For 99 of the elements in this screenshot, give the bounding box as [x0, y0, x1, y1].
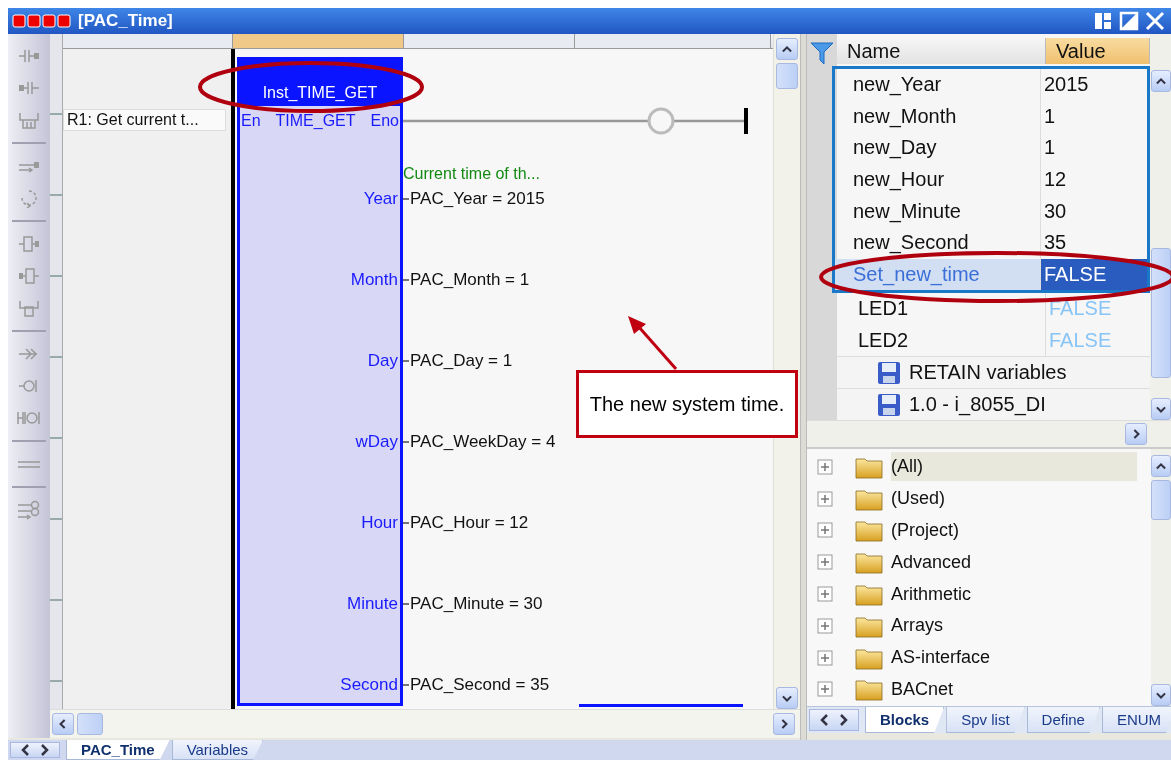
folder-icon: [855, 518, 883, 543]
folder-icon: [855, 677, 883, 702]
output-pin-label: Eno: [370, 112, 399, 130]
column-header[interactable]: Name: [837, 37, 1046, 64]
expand-plus-icon[interactable]: [817, 554, 833, 571]
scroll-thumb[interactable]: [1151, 480, 1171, 520]
library-item[interactable]: BACnet: [891, 674, 1137, 704]
output-variable: PAC_Minute = 30: [410, 594, 543, 614]
variable-value: FALSE: [1048, 327, 1113, 353]
library-item[interactable]: AS-interface: [891, 643, 1137, 673]
scroll-down-button[interactable]: [1150, 398, 1171, 420]
variable-name: new_Day: [835, 132, 1041, 164]
expand-plus-icon[interactable]: [817, 522, 833, 539]
library-item[interactable]: (Project): [891, 516, 1137, 545]
pin-label: Second: [339, 674, 399, 696]
stacked-coil-icon[interactable]: [17, 500, 41, 520]
pin-label: Day: [366, 350, 399, 372]
folder-icon: [855, 582, 883, 607]
instance-name: Inst_TIME_GET: [237, 57, 403, 106]
parallel-block-icon[interactable]: [17, 298, 41, 318]
variable-value: 35: [1043, 230, 1068, 256]
variable-name: new_Second: [835, 226, 1041, 259]
variable-row[interactable]: new_Minute 30: [835, 195, 1147, 227]
library-item[interactable]: Arrays: [891, 611, 1137, 641]
variable-value: 1: [1043, 135, 1057, 161]
rung-comment: R1: Get current t...: [63, 109, 226, 131]
pin-label: Month: [349, 269, 399, 291]
variable-name: new_Hour: [835, 163, 1041, 196]
variable-row[interactable]: new_Month 1: [835, 100, 1147, 133]
expand-plus-icon[interactable]: [817, 490, 833, 507]
pin-label: Minute: [345, 593, 399, 615]
output-variable: PAC_WeekDay = 4: [410, 432, 556, 452]
group-label: 1.0 - i_8055_DI: [909, 393, 1046, 417]
scroll-thumb[interactable]: [1150, 248, 1171, 378]
pin-label: Year: [362, 188, 399, 210]
output-variable: PAC_Hour = 12: [410, 513, 529, 533]
tab[interactable]: PAC_Time: [66, 740, 170, 760]
scroll-down-button[interactable]: [776, 687, 798, 709]
library-item[interactable]: (All): [891, 452, 1137, 482]
window-title: [PAC_Time]: [78, 11, 174, 31]
column-header[interactable]: Value: [1046, 37, 1150, 64]
group-label: RETAIN variables: [909, 361, 1067, 385]
variable-name: new_Minute: [835, 195, 1041, 227]
scroll-right-button[interactable]: [773, 713, 795, 735]
output-comment: Current time of th...: [403, 165, 541, 183]
scroll-up-button[interactable]: [776, 38, 798, 60]
tab[interactable]: Define: [1026, 707, 1100, 733]
tab[interactable]: Spv list: [946, 707, 1025, 733]
scroll-up-button[interactable]: [1150, 70, 1171, 92]
variable-value: 2015: [1043, 72, 1090, 98]
variable-value: FALSE: [1041, 258, 1147, 291]
variable-name: LED1: [837, 293, 1046, 325]
variable-name: new_Month: [835, 100, 1041, 133]
variable-row[interactable]: LED1 FALSE: [837, 293, 1150, 325]
filter-icon[interactable]: [809, 40, 835, 66]
variable-row[interactable]: new_Second 35: [835, 226, 1147, 259]
squares-icon: [12, 14, 72, 28]
output-variable: PAC_Month = 1: [410, 270, 530, 290]
variable-name: Set_new_time: [835, 258, 1041, 291]
pin-label: wDay: [354, 431, 399, 453]
variable-value: 30: [1043, 198, 1068, 224]
output-variable: PAC_Day = 1: [410, 351, 513, 371]
variable-value: 1: [1043, 103, 1057, 129]
split-view-icon[interactable]: [1093, 11, 1113, 31]
expand-plus-icon[interactable]: [817, 458, 833, 475]
scroll-down-button[interactable]: [1151, 684, 1171, 706]
expand-plus-icon[interactable]: [817, 681, 833, 698]
maximize-icon[interactable]: [1119, 11, 1139, 31]
block-type-label: TIME_GET: [275, 112, 356, 130]
scroll-left-button[interactable]: [52, 713, 74, 735]
tab[interactable]: Blocks: [865, 707, 945, 733]
output-variable: PAC_Second = 35: [410, 675, 550, 695]
variable-row[interactable]: new_Year 2015: [835, 68, 1147, 101]
library-item[interactable]: Advanced: [891, 547, 1137, 577]
scroll-thumb[interactable]: [77, 713, 103, 735]
scroll-right-button[interactable]: [1125, 423, 1147, 445]
input-pin-label: En: [241, 112, 261, 130]
block-icon[interactable]: [17, 234, 41, 254]
variable-value: FALSE: [1048, 296, 1113, 322]
close-icon[interactable]: [1145, 11, 1165, 31]
scroll-up-button[interactable]: [1151, 455, 1171, 477]
library-item[interactable]: (Used): [891, 484, 1137, 514]
parallel-contact-icon[interactable]: [17, 110, 41, 130]
library-item[interactable]: Arithmetic: [891, 579, 1137, 609]
tab[interactable]: ENUM: [1101, 707, 1171, 733]
callout-text: The new system time.: [576, 370, 798, 438]
variable-name: new_Year: [835, 68, 1041, 101]
block-icon[interactable]: [17, 266, 41, 286]
variable-row[interactable]: new_Day 1: [835, 132, 1147, 164]
scroll-thumb[interactable]: [776, 63, 798, 89]
tab[interactable]: Variables: [171, 740, 264, 760]
expand-plus-icon[interactable]: [817, 617, 833, 634]
expand-plus-icon[interactable]: [817, 586, 833, 603]
output-variable: PAC_Year = 2015: [410, 189, 545, 209]
variable-row[interactable]: new_Hour 12: [835, 163, 1147, 196]
expand-plus-icon[interactable]: [817, 649, 833, 666]
pin-label: Hour: [360, 512, 399, 534]
variable-value: 12: [1043, 167, 1068, 192]
folder-icon: [855, 550, 883, 575]
